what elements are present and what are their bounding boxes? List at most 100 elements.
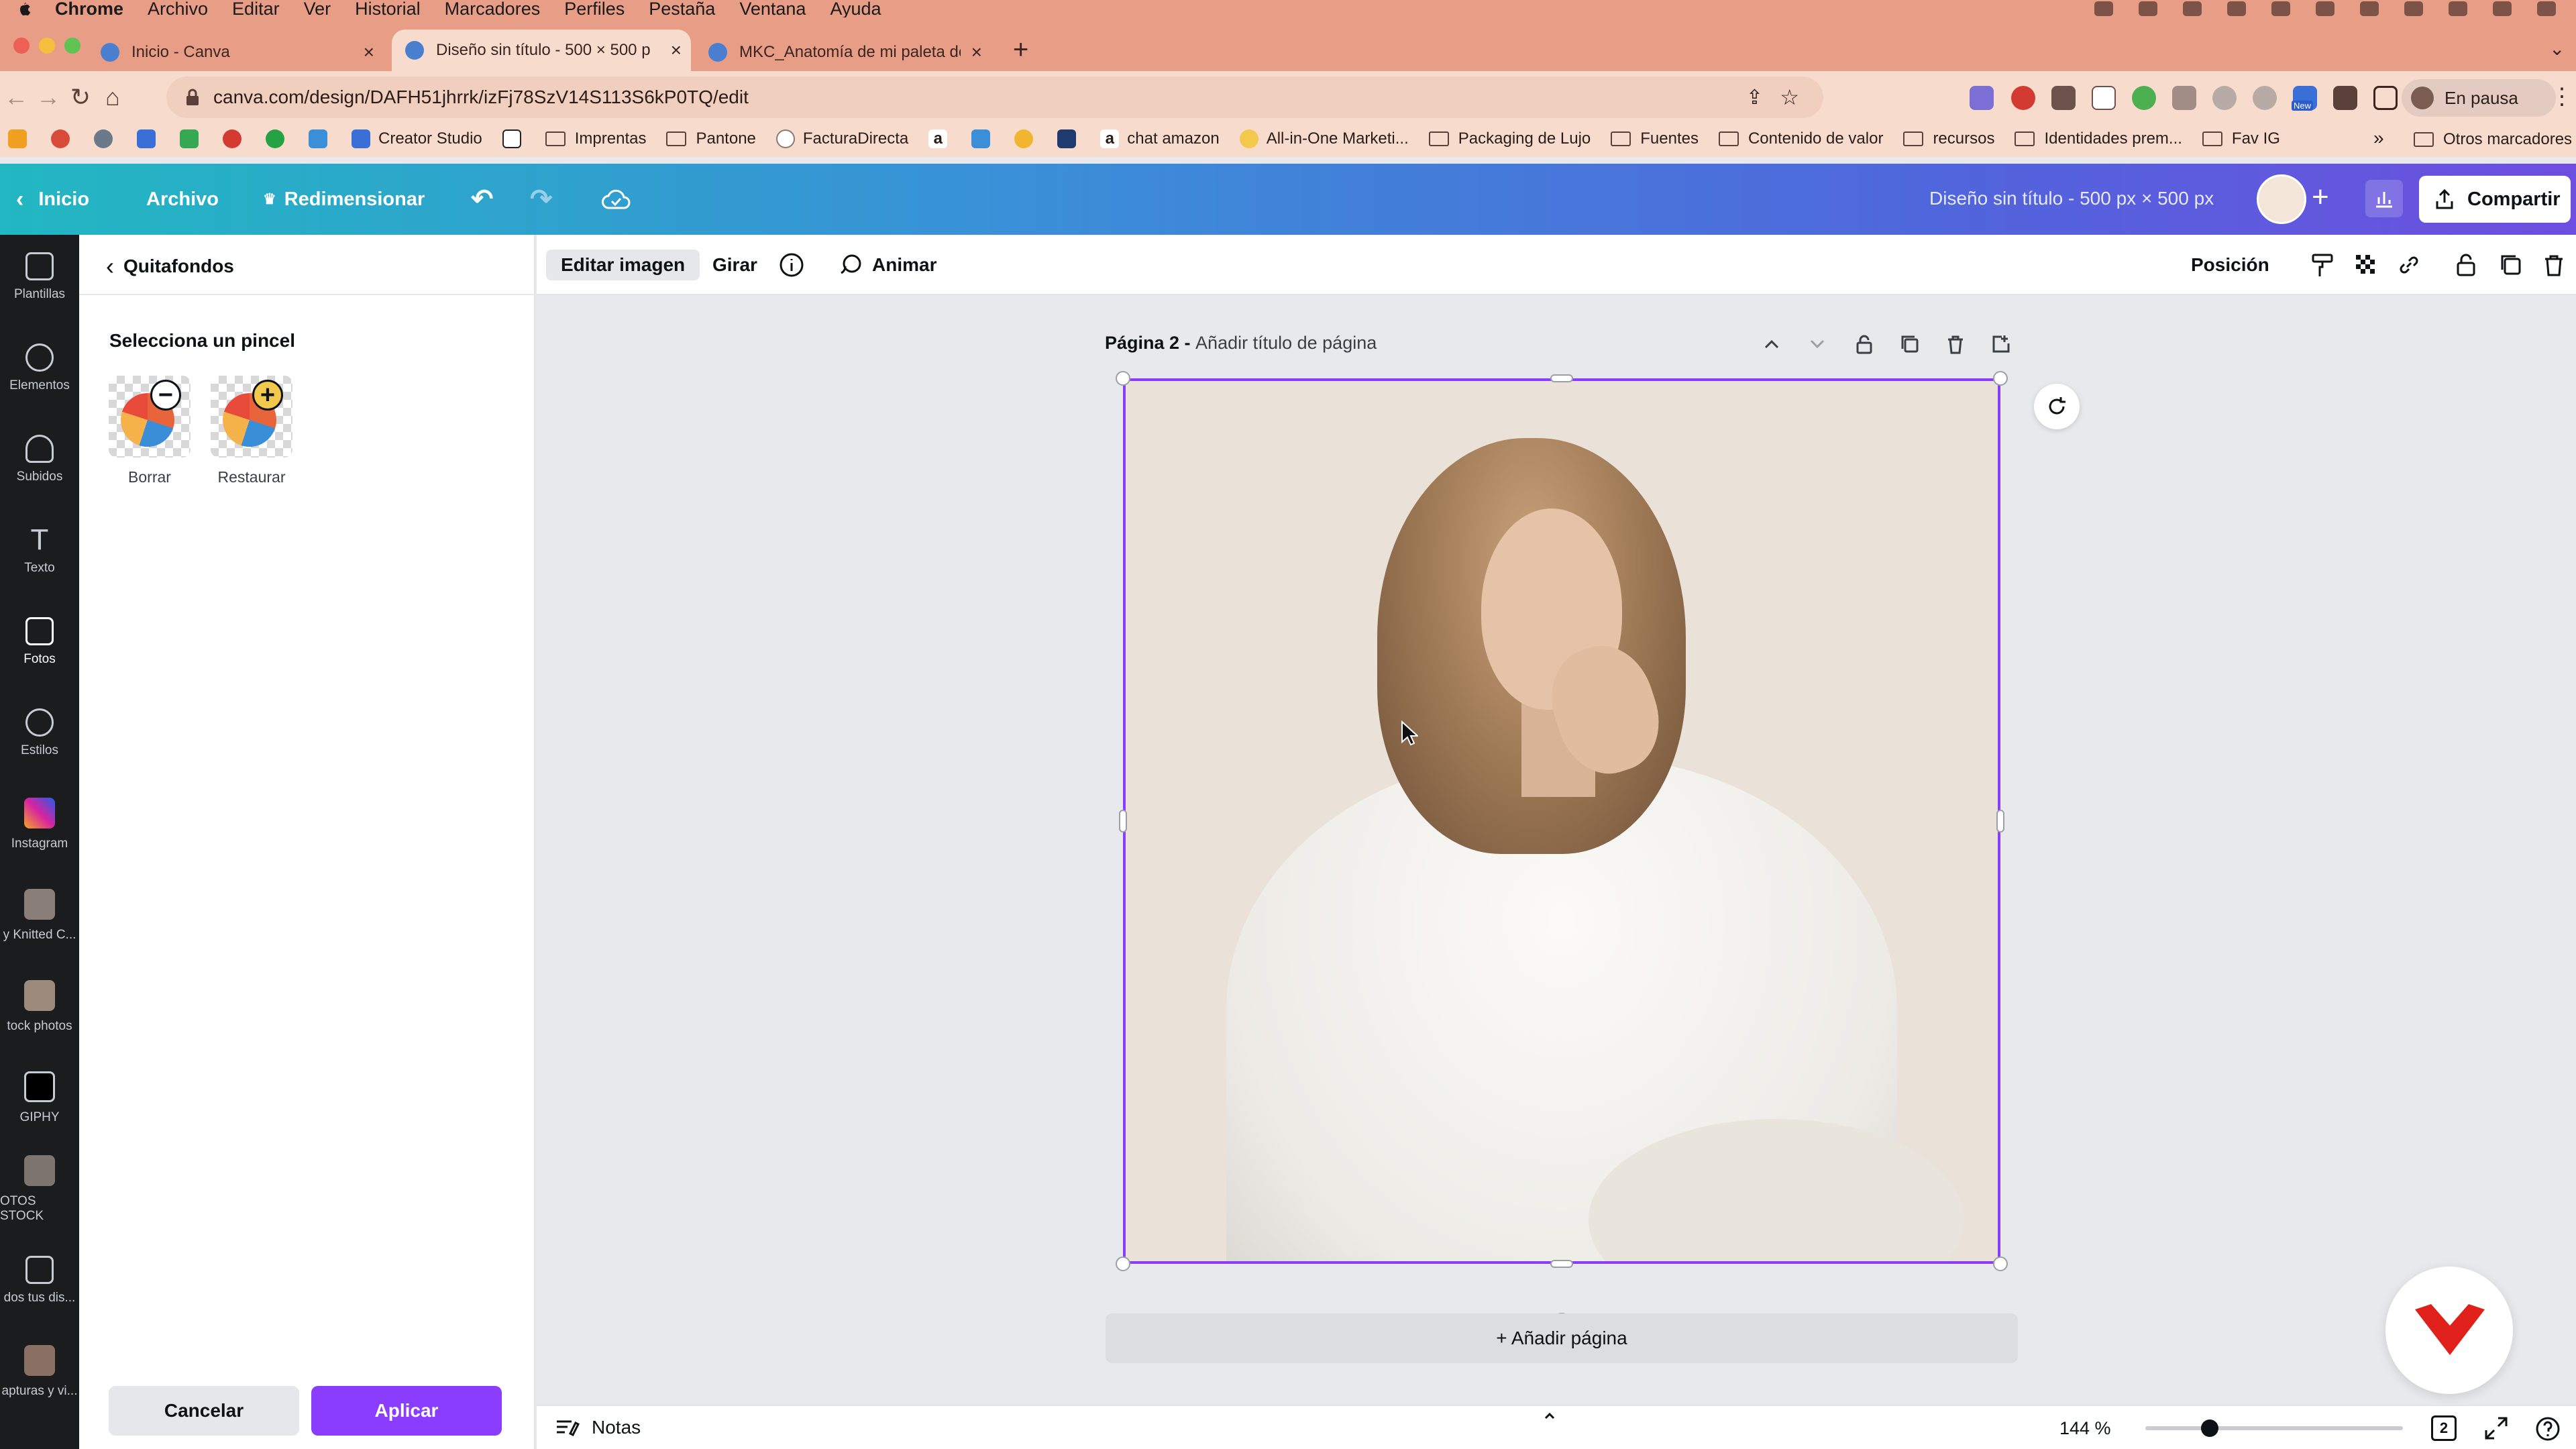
tab-mkc-anatomia[interactable]: MKC_Anatomía de mi paleta de × xyxy=(708,34,991,71)
page-count-button[interactable]: 2 xyxy=(2431,1415,2457,1441)
close-window-button[interactable] xyxy=(13,38,30,54)
bookmark-all-in-one[interactable]: All-in-One Marketi... xyxy=(1239,129,1409,148)
cloud-save-icon[interactable] xyxy=(601,164,631,235)
volume-icon[interactable] xyxy=(2360,1,2379,16)
rail-item-todos-disenos[interactable]: dos tus dis... xyxy=(0,1238,79,1323)
menu-pestana[interactable]: Pestaña xyxy=(649,0,715,19)
lock-page-icon[interactable] xyxy=(1853,333,1876,356)
apple-icon[interactable] xyxy=(15,0,32,17)
share-page-icon[interactable]: ⇪ xyxy=(1746,86,1763,109)
bookmark-chat-amazon[interactable]: a chat amazon xyxy=(1100,129,1220,148)
forward-icon[interactable]: → xyxy=(32,83,64,111)
tab-search-chevron-icon[interactable]: ⌄ xyxy=(2549,38,2565,60)
menu-app-name[interactable]: Chrome xyxy=(55,0,123,19)
page-title-placeholder[interactable]: Añadir título de página xyxy=(1195,333,1377,353)
resize-handle-top-right[interactable] xyxy=(1993,371,2008,386)
bookmark-icon[interactable] xyxy=(137,129,164,148)
bookmark-contenido[interactable]: Contenido de valor xyxy=(1718,129,1883,148)
reload-icon[interactable]: ↻ xyxy=(64,83,97,111)
bookmark-icon[interactable] xyxy=(309,129,335,148)
rail-item-estilos[interactable]: Estilos xyxy=(0,691,79,775)
address-bar[interactable]: canva.com/design/DAFH51jhrrk/izFj78SzV14… xyxy=(166,76,1823,118)
bookmark-fuentes[interactable]: Fuentes xyxy=(1611,129,1699,148)
rail-item-fotos[interactable]: Fotos xyxy=(0,600,79,684)
extension-icon[interactable] xyxy=(1970,86,1994,110)
resize-handle-top[interactable] xyxy=(1550,374,1573,382)
info-icon[interactable] xyxy=(778,250,805,280)
position-button[interactable]: Posición xyxy=(2191,250,2269,280)
rail-item-subidos[interactable]: Subidos xyxy=(0,417,79,502)
close-tab-icon[interactable]: × xyxy=(971,42,982,63)
rail-item-giphy[interactable]: GIPHY xyxy=(0,1056,79,1140)
apply-button[interactable]: Aplicar xyxy=(311,1386,502,1436)
more-bookmarks-icon[interactable]: » xyxy=(2373,127,2384,149)
eyedropper-icon[interactable] xyxy=(2172,86,2196,110)
menu-editar[interactable]: Editar xyxy=(232,0,280,19)
rail-item-instagram[interactable]: Instagram xyxy=(0,782,79,867)
bookmark-otros[interactable]: Otros marcadores xyxy=(2414,130,2572,149)
delete-page-icon[interactable] xyxy=(1944,333,1967,356)
new-tab-icon[interactable]: + xyxy=(1013,35,1028,65)
duplicate-icon[interactable] xyxy=(2497,251,2525,279)
menu-ver[interactable]: Ver xyxy=(304,0,331,19)
resize-button[interactable]: ♛ Redimensionar xyxy=(263,164,425,235)
resize-handle-bottom[interactable] xyxy=(1550,1260,1573,1268)
tab-diseno-sin-titulo[interactable]: Diseño sin título - 500 × 500 p × xyxy=(392,30,691,71)
menu-archivo[interactable]: Archivo xyxy=(148,0,208,19)
restore-brush-button[interactable]: + xyxy=(211,376,292,458)
insights-button[interactable] xyxy=(2365,180,2403,217)
back-icon[interactable]: ← xyxy=(0,83,32,111)
erase-brush-button[interactable]: − xyxy=(109,376,191,458)
rail-item-texto[interactable]: T Texto xyxy=(0,508,79,593)
search-icon[interactable] xyxy=(2449,1,2467,16)
bookmark-notion-icon[interactable] xyxy=(502,129,529,148)
assistant-fab-button[interactable] xyxy=(2385,1267,2513,1394)
page-label[interactable]: Página 2 - Añadir título de página xyxy=(1105,333,1377,354)
status-icon[interactable] xyxy=(2139,1,2157,16)
side-panel-icon[interactable] xyxy=(2373,86,2398,110)
canvas-photo[interactable] xyxy=(1123,378,2000,1264)
bookmark-icon[interactable] xyxy=(971,129,998,148)
design-title[interactable]: Diseño sin título - 500 px × 500 px xyxy=(1929,188,2214,209)
menu-historial[interactable]: Historial xyxy=(355,0,421,19)
add-member-icon[interactable]: + xyxy=(2312,182,2329,212)
close-tab-icon[interactable]: × xyxy=(671,40,682,61)
status-icon[interactable] xyxy=(2094,1,2113,16)
lock-icon[interactable] xyxy=(2453,251,2481,279)
home-button[interactable]: ‹ Inicio xyxy=(16,164,89,235)
bookmark-star-icon[interactable]: ☆ xyxy=(1780,85,1799,110)
back-to-photos-button[interactable]: ‹ Quitafondos xyxy=(106,252,234,280)
bookmark-facturadirecta[interactable]: FacturaDirecta xyxy=(775,129,908,148)
status-icon[interactable] xyxy=(2183,1,2202,16)
extensions-puzzle-icon[interactable] xyxy=(2333,86,2357,110)
paint-roller-icon[interactable] xyxy=(2309,251,2337,279)
bookmark-pinterest-icon[interactable] xyxy=(223,129,250,148)
bookmark-apps-icon[interactable] xyxy=(8,129,35,148)
help-icon[interactable] xyxy=(2534,1415,2561,1442)
bookmark-icon[interactable] xyxy=(94,129,121,148)
bookmark-amazon-icon[interactable]: a xyxy=(928,129,955,148)
zoom-slider[interactable] xyxy=(2145,1419,2403,1437)
fullscreen-icon[interactable] xyxy=(2483,1415,2509,1441)
resize-handle-bottom-right[interactable] xyxy=(1993,1256,2008,1271)
bookmark-whatsapp-icon[interactable] xyxy=(266,129,292,148)
rail-item-plantillas[interactable]: Plantillas xyxy=(0,235,79,319)
expand-pages-icon[interactable] xyxy=(1529,1409,1570,1422)
extension-icon[interactable] xyxy=(2253,86,2277,110)
profile-paused-button[interactable]: En pausa xyxy=(2402,79,2556,117)
control-center-icon[interactable] xyxy=(2537,1,2556,16)
bookmark-drive-icon[interactable] xyxy=(180,129,207,148)
trash-icon[interactable] xyxy=(2540,251,2568,279)
add-page-icon[interactable] xyxy=(1990,333,2012,356)
home-icon[interactable]: ⌂ xyxy=(97,83,129,111)
share-button[interactable]: Compartir xyxy=(2419,176,2571,223)
resize-handle-bottom-left[interactable] xyxy=(1116,1256,1130,1271)
pinterest-icon[interactable] xyxy=(2011,86,2035,110)
siri-icon[interactable] xyxy=(2493,1,2512,16)
zoom-slider-knob[interactable] xyxy=(2201,1419,2218,1437)
bookmark-imprentas[interactable]: Imprentas xyxy=(545,129,646,148)
bookmark-icon[interactable] xyxy=(1014,129,1041,148)
cancel-button[interactable]: Cancelar xyxy=(109,1386,299,1436)
undo-button[interactable]: ↶ xyxy=(471,164,494,235)
file-menu-button[interactable]: Archivo xyxy=(146,164,219,235)
